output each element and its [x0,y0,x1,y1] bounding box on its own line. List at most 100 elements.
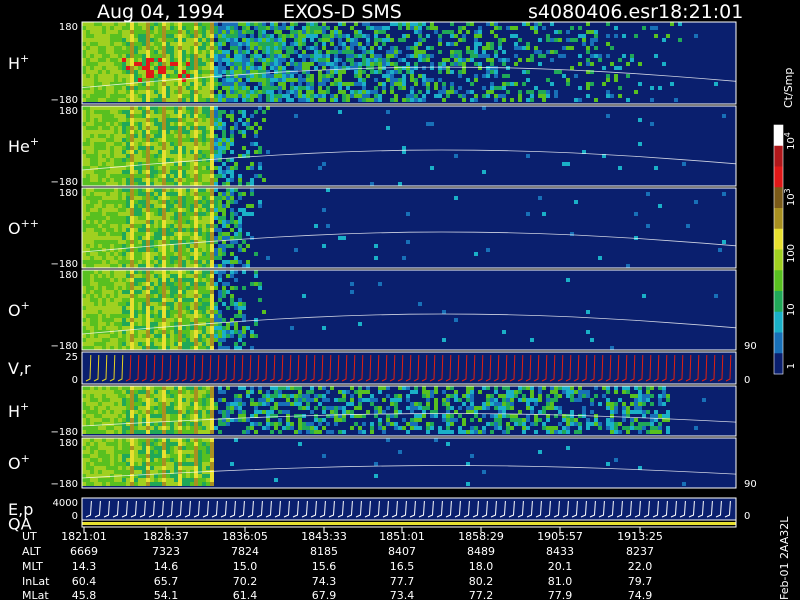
heatmap-cell [174,188,178,192]
heatmap-cell [190,252,194,256]
heatmap-cell [438,426,442,430]
heatmap-cell [142,306,146,310]
heatmap-cell [330,430,334,434]
heatmap-cell [162,70,166,74]
heatmap-cell [214,204,218,208]
heatmap-cell [222,252,226,256]
heatmap-cell [138,98,142,102]
heatmap-cell [150,118,154,122]
heatmap-cell [522,70,526,74]
heatmap-cell [146,398,150,402]
heatmap-cell [162,82,166,86]
heatmap-cell [106,22,110,26]
heatmap-cell [182,290,186,294]
heatmap-cell [178,46,182,50]
heatmap-cell [198,232,202,236]
heatmap-cell [206,264,210,268]
heatmap-cell [390,70,394,74]
heatmap-cell [186,42,190,46]
heatmap-cell [122,306,126,310]
heatmap-cell [98,394,102,398]
heatmap-cell [614,34,618,38]
heatmap-cell [418,302,422,306]
heatmap-cell [274,86,278,90]
heatmap-cell [210,398,214,402]
heatmap-cell [222,236,226,240]
heatmap-cell [210,260,214,264]
heatmap-cell [82,114,86,118]
heatmap-cell [142,322,146,326]
heatmap-cell [206,66,210,70]
heatmap-cell [130,430,134,434]
heatmap-cell [170,150,174,154]
heatmap-cell [566,46,570,50]
heatmap-cell [242,212,246,216]
heatmap-cell [126,138,130,142]
heatmap-cell [190,82,194,86]
heatmap-cell [182,110,186,114]
heatmap-cell [202,98,206,102]
heatmap-cell [138,252,142,256]
heatmap-cell [90,146,94,150]
heatmap-cell [218,346,222,350]
heatmap-cell [278,50,282,54]
heatmap-cell [330,70,334,74]
heatmap-cell [130,154,134,158]
heatmap-cell [178,306,182,310]
heatmap-cell [214,236,218,240]
heatmap-cell [378,98,382,102]
heatmap-cell [174,182,178,186]
heatmap-cell [142,318,146,322]
heatmap-cell [210,216,214,220]
heatmap-cell [210,318,214,322]
heatmap-cell [114,414,118,418]
heatmap-cell [102,58,106,62]
heatmap-cell [134,138,138,142]
heatmap-cell [86,318,90,322]
heatmap-cell [230,78,234,82]
heatmap-cell [210,38,214,42]
heatmap-cell [370,90,374,94]
heatmap-cell [142,154,146,158]
heatmap-cell [202,334,206,338]
heatmap-cell [510,34,514,38]
heatmap-cell [178,66,182,70]
heatmap-cell [630,54,634,58]
heatmap-cell [110,114,114,118]
heatmap-cell [126,326,130,330]
heatmap-cell [170,110,174,114]
heatmap-cell [178,146,182,150]
heatmap-cell [134,306,138,310]
heatmap-cell [142,414,146,418]
heatmap-cell [226,166,230,170]
heatmap-cell [202,260,206,264]
heatmap-cell [418,406,422,410]
heatmap-cell [486,90,490,94]
heatmap-cell [402,82,406,86]
heatmap-cell [358,90,362,94]
heatmap-cell [338,58,342,62]
heatmap-cell [334,406,338,410]
heatmap-cell [350,290,354,294]
heatmap-cell [222,232,226,236]
heatmap-cell [242,66,246,70]
heatmap-cell [90,200,94,204]
heatmap-cell [262,394,266,398]
heatmap-cell [222,78,226,82]
heatmap-cell [198,216,202,220]
heatmap-cell [450,90,454,94]
heatmap-cell [694,34,698,38]
heatmap-cell [210,322,214,326]
heatmap-cell [322,26,326,30]
heatmap-cell [234,286,238,290]
heatmap-cell [134,256,138,260]
heatmap-cell [206,70,210,74]
heatmap-cell [190,114,194,118]
heatmap-cell [158,228,162,232]
heatmap-cell [338,22,342,26]
heatmap-cell [214,200,218,204]
heatmap-cell [194,178,198,182]
heatmap-cell [118,66,122,70]
heatmap-cell [138,386,142,390]
heatmap-cell [322,326,326,330]
